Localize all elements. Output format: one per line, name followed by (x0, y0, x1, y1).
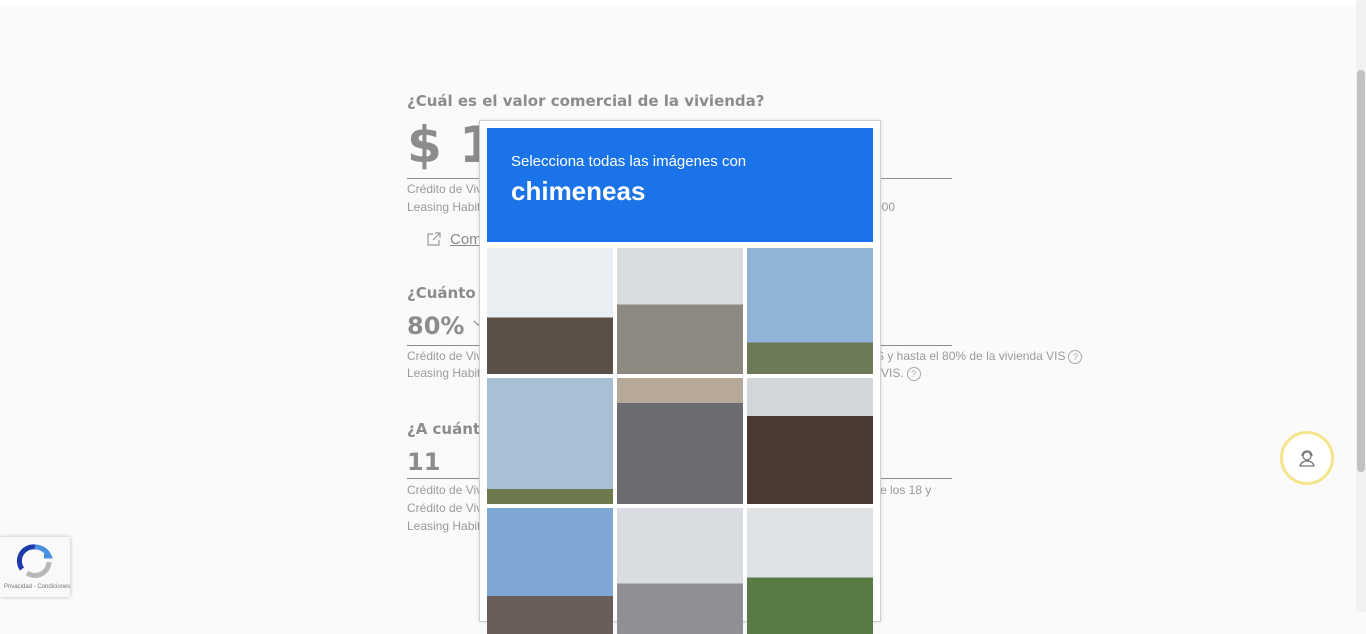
tile-road-trees[interactable] (747, 508, 873, 634)
loan-percent-note-leasing: Leasing Habit (407, 366, 481, 380)
loan-percent-note-leasing-tail-text: VIS. (881, 366, 904, 380)
compare-link[interactable]: Com (450, 231, 482, 248)
challenge-instruction: Selecciona todas las imágenes con (511, 153, 747, 170)
term-note-credit: Crédito de Viv (407, 483, 483, 497)
challenge-target: chimeneas (511, 176, 646, 206)
loan-percent-select[interactable]: 80% (407, 312, 464, 340)
recaptcha-badge-text: Privacidad - Condiciones (4, 584, 71, 590)
recaptcha-logo-icon (16, 544, 53, 579)
tile-house-clouds[interactable] (487, 508, 613, 634)
tile-brick-house[interactable] (747, 378, 873, 504)
tile-railroad-crossing-suv[interactable] (617, 248, 743, 374)
loan-percent-note-credit-tail: S y hasta el 80% de la vivienda VIS? (876, 349, 1083, 364)
tile-parked-motorcycles[interactable] (617, 378, 743, 504)
recaptcha-badge[interactable]: Privacidad - Condiciones (0, 537, 70, 597)
loan-percent-note-credit-tail-text: S y hasta el 80% de la vivienda VIS (876, 349, 1066, 363)
home-value-note-leasing: Leasing Habit (407, 200, 481, 214)
term-note-leasing: Leasing Habit (407, 519, 481, 533)
tile-house-roof-chimney[interactable] (487, 248, 613, 374)
headset-user-icon (1299, 450, 1315, 467)
loan-percent-note-leasing-tail: VIS.? (881, 366, 921, 381)
tile-street-sign-pole[interactable] (747, 248, 873, 374)
help-icon[interactable]: ? (906, 366, 921, 381)
term-input[interactable]: 11 (407, 448, 440, 476)
question-home-value: ¿Cuál es el valor comercial de la vivien… (407, 92, 765, 110)
term-note-credit-tail: re los 18 y (876, 483, 932, 497)
tile-traffic-lights[interactable] (617, 508, 743, 634)
top-bar (0, 0, 1356, 6)
question-loan-percent: ¿Cuánto c (407, 284, 490, 302)
home-value-note-credit: Crédito de Viv (407, 182, 483, 196)
help-icon[interactable]: ? (1068, 349, 1083, 364)
tile-open-sky-field[interactable] (487, 378, 613, 504)
recaptcha-challenge: Selecciona todas las imágenes con chimen… (479, 120, 881, 634)
external-link-icon (427, 232, 441, 246)
challenge-header: Selecciona todas las imágenes con chimen… (487, 128, 873, 242)
loan-percent-note-credit: Crédito de Viv (407, 349, 483, 363)
term-note-credit-2: Crédito de Viv (407, 501, 483, 515)
question-term: ¿A cuánto (407, 420, 491, 438)
page-scrollbar-thumb[interactable] (1357, 70, 1365, 472)
support-chat-button[interactable] (1280, 431, 1334, 485)
